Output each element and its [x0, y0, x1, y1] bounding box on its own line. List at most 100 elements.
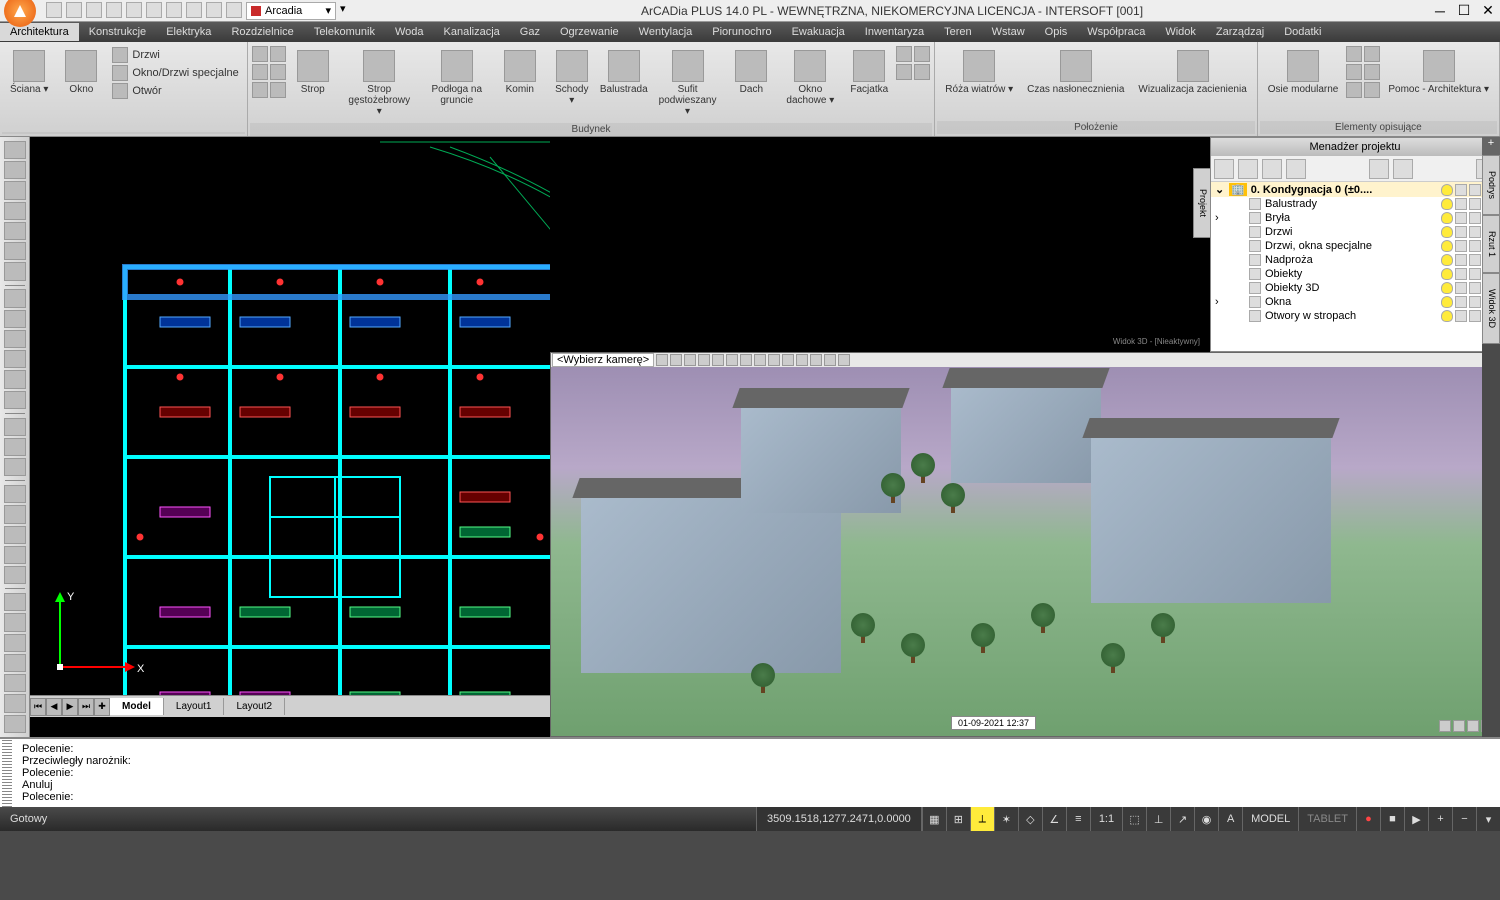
sb-iso-icon[interactable]: ⬚ — [1122, 807, 1146, 831]
menu-tab-gaz[interactable]: Gaz — [510, 23, 550, 41]
dock-tab-rzut[interactable]: Rzut 1 — [1482, 215, 1500, 273]
v3d-nav-btn[interactable] — [1439, 720, 1451, 732]
menu-tab-wstaw[interactable]: Wstaw — [982, 23, 1035, 41]
sb-plus-icon[interactable]: + — [1428, 807, 1452, 831]
tree-item[interactable]: ›Okna — [1211, 295, 1499, 309]
v3d-btn[interactable] — [740, 354, 752, 366]
menu-tab-opis[interactable]: Opis — [1035, 23, 1078, 41]
ribbon-button[interactable]: Schody ▾ — [547, 46, 597, 110]
v3d-btn[interactable] — [684, 354, 696, 366]
menu-tab-zarządzaj[interactable]: Zarządzaj — [1206, 23, 1274, 41]
left-tool-button[interactable] — [4, 546, 26, 564]
tab-add[interactable]: ✚ — [94, 698, 110, 716]
view-3d[interactable]: <Wybierz kamerę> 01-09-2021 12:37 — [550, 352, 1500, 737]
ribbon-button[interactable]: Strop — [288, 46, 338, 99]
dock-tab-podrys[interactable]: Podrys — [1482, 155, 1500, 215]
ribbon-button[interactable]: Strop gęstożebrowy ▾ — [340, 46, 419, 121]
ribbon-button[interactable]: Dach — [726, 46, 776, 99]
plan-view-2d[interactable]: Y X ⏮ ◀ ▶ ⏭ ✚ ModelLayout1Layout2 — [30, 137, 550, 717]
ribbon-button[interactable]: Otwór — [108, 82, 242, 100]
ribbon-small-button[interactable] — [1364, 46, 1380, 62]
pm-btn[interactable] — [1286, 159, 1306, 179]
pm-btn[interactable] — [1214, 159, 1234, 179]
layout-tab[interactable]: Model — [110, 698, 164, 715]
v3d-btn[interactable] — [796, 354, 808, 366]
sb-config-icon[interactable]: ▾ — [1476, 807, 1500, 831]
sb-model[interactable]: MODEL — [1242, 807, 1298, 831]
pm-btn[interactable] — [1369, 159, 1389, 179]
ribbon-button[interactable]: Komin — [495, 46, 545, 99]
left-tool-button[interactable] — [4, 161, 26, 179]
menu-tab-dodatki[interactable]: Dodatki — [1274, 23, 1331, 41]
ribbon-button[interactable]: Róża wiatrów ▾ — [939, 46, 1019, 99]
layout-tab[interactable]: Layout1 — [164, 698, 225, 715]
v3d-btn[interactable] — [768, 354, 780, 366]
tab-nav-last[interactable]: ⏭ — [78, 698, 94, 716]
v3d-btn[interactable] — [670, 354, 682, 366]
ribbon-small-button[interactable] — [270, 82, 286, 98]
ribbon-small-button[interactable] — [1346, 64, 1362, 80]
tree-root[interactable]: ⌄🏢0. Kondygnacja 0 (±0.... — [1211, 182, 1499, 197]
ribbon-small-button[interactable] — [270, 46, 286, 62]
sb-otrack-icon[interactable]: ∠ — [1042, 807, 1066, 831]
qat-sun-icon[interactable] — [186, 2, 202, 18]
layer-combo[interactable]: Arcadia▾ — [246, 2, 336, 20]
tab-nav-first[interactable]: ⏮ — [30, 698, 46, 716]
ribbon-small-button[interactable] — [252, 64, 268, 80]
ribbon-button[interactable]: Czas nasłonecznienia — [1021, 46, 1130, 99]
qat-lock-icon[interactable] — [226, 2, 242, 18]
qat-dropdown-icon[interactable]: ▾ — [340, 2, 356, 18]
left-tool-button[interactable] — [4, 438, 26, 456]
pm-side-tab-project[interactable]: Projekt — [1193, 168, 1211, 238]
left-tool-button[interactable] — [4, 694, 26, 712]
v3d-btn[interactable] — [656, 354, 668, 366]
sb-snap-icon[interactable]: ▦ — [922, 807, 946, 831]
v3d-btn[interactable] — [698, 354, 710, 366]
menu-tab-telekomunik[interactable]: Telekomunik — [304, 23, 385, 41]
sb-play-icon[interactable]: ▶ — [1404, 807, 1428, 831]
tree-item[interactable]: Obiekty — [1211, 267, 1499, 281]
menu-tab-architektura[interactable]: Architektura — [0, 23, 79, 41]
menu-tab-woda[interactable]: Woda — [385, 23, 434, 41]
menu-tab-współpraca[interactable]: Współpraca — [1077, 23, 1155, 41]
ribbon-button[interactable]: Ściana ▾ — [4, 46, 54, 99]
camera-select[interactable]: <Wybierz kamerę> — [552, 353, 654, 367]
ribbon-button[interactable]: Balustrada — [599, 46, 649, 99]
left-tool-button[interactable] — [4, 370, 26, 388]
v3d-nav-btn[interactable] — [1467, 720, 1479, 732]
tree-item[interactable]: Drzwi — [1211, 225, 1499, 239]
qat-new-icon[interactable] — [46, 2, 62, 18]
left-tool-button[interactable] — [4, 613, 26, 631]
ribbon-button[interactable]: Sufit podwieszany ▾ — [651, 46, 725, 121]
cmdline-handle[interactable] — [2, 739, 12, 807]
sb-grid-icon[interactable]: ⊞ — [946, 807, 970, 831]
ribbon-button[interactable]: Podłoga na gruncie — [421, 46, 493, 110]
ribbon-button[interactable]: Okno — [56, 46, 106, 99]
left-tool-button[interactable] — [4, 310, 26, 328]
ribbon-small-button[interactable] — [252, 82, 268, 98]
sb-ann-icon[interactable]: A — [1218, 807, 1242, 831]
pm-tree[interactable]: ⌄🏢0. Kondygnacja 0 (±0....Balustrady›Bry… — [1211, 182, 1499, 351]
menu-tab-konstrukcje[interactable]: Konstrukcje — [79, 23, 156, 41]
v3d-btn[interactable] — [810, 354, 822, 366]
ribbon-small-button[interactable] — [914, 64, 930, 80]
command-line[interactable]: Polecenie:Przeciwległy narożnik:Poleceni… — [0, 737, 1500, 807]
left-tool-button[interactable] — [4, 262, 26, 280]
qat-bulb-icon[interactable] — [166, 2, 182, 18]
v3d-btn[interactable] — [838, 354, 850, 366]
menu-tab-rozdzielnice[interactable]: Rozdzielnice — [221, 23, 303, 41]
tree-item[interactable]: Drzwi, okna specjalne — [1211, 239, 1499, 253]
pm-btn[interactable] — [1238, 159, 1258, 179]
dock-add-icon[interactable]: + — [1482, 137, 1500, 155]
pm-btn[interactable] — [1262, 159, 1282, 179]
left-tool-button[interactable] — [4, 634, 26, 652]
left-tool-button[interactable] — [4, 222, 26, 240]
left-tool-button[interactable] — [4, 526, 26, 544]
menu-tab-ewakuacja[interactable]: Ewakuacja — [782, 23, 855, 41]
sb-ortho-icon[interactable]: ⟂ — [970, 807, 994, 831]
left-tool-button[interactable] — [4, 654, 26, 672]
ribbon-small-button[interactable] — [1364, 82, 1380, 98]
ribbon-button[interactable]: Okno dachowe ▾ — [778, 46, 842, 110]
qat-save-icon[interactable] — [86, 2, 102, 18]
menu-tab-inwentaryza[interactable]: Inwentaryza — [855, 23, 934, 41]
